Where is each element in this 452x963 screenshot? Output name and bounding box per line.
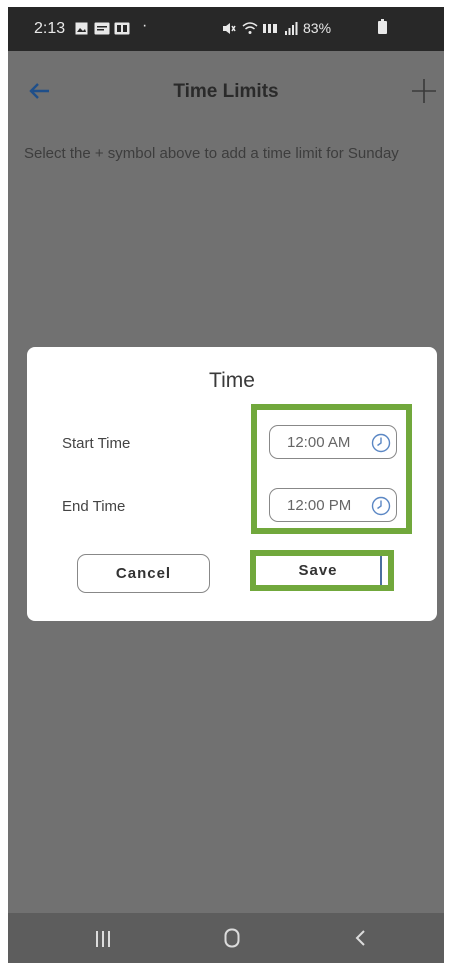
- cancel-button[interactable]: Cancel: [77, 554, 210, 593]
- save-button-highlight: Save: [250, 550, 394, 591]
- recents-icon[interactable]: [93, 930, 113, 948]
- back-chevron-icon[interactable]: [354, 929, 366, 947]
- instruction-text: Select the + symbol above to add a time …: [24, 145, 399, 162]
- battery-percent: 83%: [303, 20, 332, 36]
- app-icon: [114, 22, 130, 35]
- time-dialog: Time Start Time 12:00 AM End Time 12:00 …: [27, 347, 437, 621]
- battery-icon: [378, 19, 387, 34]
- signal-icon: [285, 22, 298, 35]
- mute-icon: [223, 23, 236, 34]
- start-time-label: Start Time: [62, 435, 131, 452]
- dialog-title: Time: [209, 369, 255, 392]
- status-bar: 2:13 · 83%: [8, 7, 444, 51]
- home-icon[interactable]: [224, 928, 240, 948]
- app-header: Time Limits: [8, 51, 444, 121]
- message-icon: [94, 22, 110, 35]
- time-fields-highlight: [251, 404, 412, 534]
- lte-icon: [263, 24, 277, 33]
- save-button[interactable]: Save: [256, 556, 382, 585]
- system-nav-bar: [8, 913, 444, 963]
- gallery-icon: [75, 22, 88, 35]
- wifi-icon: [242, 22, 258, 34]
- page-title: Time Limits: [173, 81, 279, 102]
- end-time-label: End Time: [62, 498, 126, 515]
- status-time: 2:13: [34, 20, 66, 37]
- status-dot: ·: [142, 17, 148, 34]
- phone-screen: 2:13 · 83% Time Limits Select the + symb…: [8, 7, 444, 963]
- plus-icon[interactable]: [410, 77, 438, 105]
